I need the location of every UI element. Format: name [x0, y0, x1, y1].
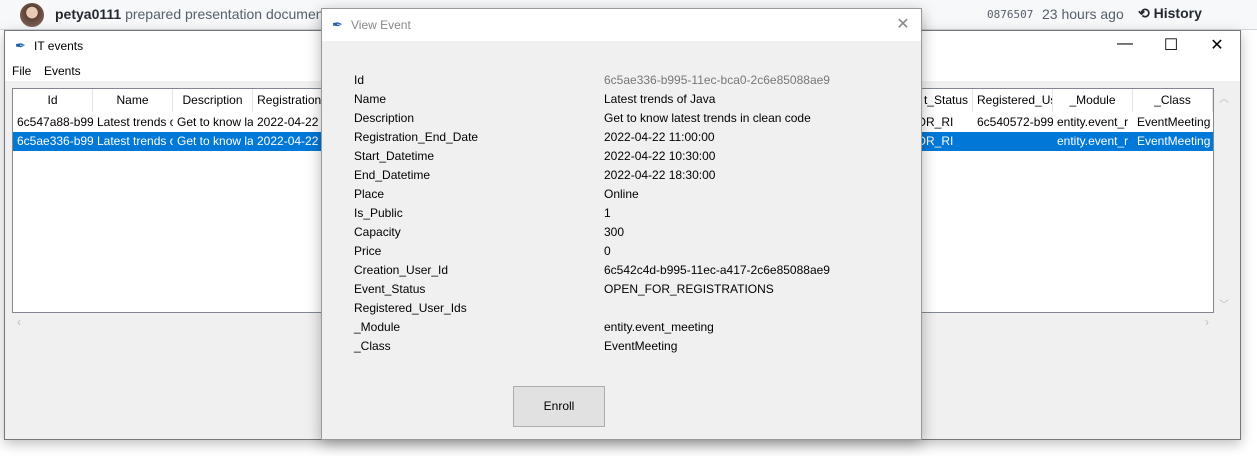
- dialog-close-button[interactable]: ✕: [891, 14, 915, 34]
- field-value: 2022-04-22 10:30:00: [604, 149, 716, 163]
- table-cell: entity.event_r: [1057, 134, 1129, 148]
- table-cell: Get to know la: [177, 134, 253, 148]
- menu-events[interactable]: Events: [44, 64, 81, 78]
- vertical-scrollbar[interactable]: ︿ ﹀: [1216, 88, 1232, 313]
- field-value: 6c5ae336-b995-11ec-bca0-2c6e85088ae9: [604, 73, 830, 87]
- table-cell: Latest trends o: [97, 115, 173, 129]
- table-cell: 6c5ae336-b99: [17, 134, 93, 148]
- field-value: 2022-04-22 18:30:00: [604, 168, 716, 182]
- commit-text[interactable]: prepared presentation document: [125, 6, 327, 22]
- field-label: Place: [354, 187, 385, 201]
- column-header[interactable]: Name: [93, 89, 173, 112]
- commit-author[interactable]: petya0111: [55, 6, 121, 22]
- commit-time: 23 hours ago: [1042, 6, 1124, 22]
- field-label: Capacity: [354, 225, 401, 239]
- column-header[interactable]: Registered_Us: [973, 89, 1053, 112]
- field-label: Id: [354, 73, 365, 87]
- table-cell: Latest trends o: [97, 134, 173, 148]
- field-label: Event_Status: [354, 282, 426, 296]
- view-event-dialog: ✒ View Event ✕ Id 6c5ae336-b995-11ec-bca0…: [321, 8, 922, 440]
- avatar[interactable]: [20, 3, 44, 27]
- field-value: 300: [604, 225, 625, 239]
- field-label: Start_Datetime: [354, 149, 435, 163]
- field-value: EventMeeting: [604, 339, 678, 353]
- field-value: Online: [604, 187, 639, 201]
- history-icon: ⟲: [1138, 5, 1150, 21]
- field-label: Price: [354, 244, 382, 258]
- field-value: 1: [604, 206, 611, 220]
- field-value: Get to know latest trends in clean code: [604, 111, 811, 125]
- table-cell: entity.event_r: [1057, 115, 1129, 129]
- commit-message: petya0111 prepared presentation document: [55, 6, 327, 22]
- field-value: 6c542c4d-b995-11ec-a417-2c6e85088ae9: [604, 263, 830, 277]
- minimize-button[interactable]: —: [1102, 35, 1148, 53]
- commit-sha[interactable]: 0876507: [987, 8, 1033, 21]
- field-label: Name: [354, 92, 387, 106]
- table-cell: EventMeeting: [1137, 134, 1211, 148]
- table-cell: EventMeeting: [1137, 115, 1211, 129]
- window-title: IT events: [34, 39, 84, 53]
- field-label: _Module: [354, 320, 401, 334]
- field-label: Is_Public: [354, 206, 403, 220]
- field-value: Latest trends of Java: [604, 92, 716, 106]
- column-header[interactable]: Id: [13, 89, 93, 112]
- field-label: Creation_User_Id: [354, 263, 449, 277]
- field-label: End_Datetime: [354, 168, 431, 182]
- dialog-title: View Event: [351, 18, 411, 32]
- feather-icon: ✒: [332, 17, 343, 32]
- enroll-button[interactable]: Enroll: [513, 386, 605, 427]
- history-label: History: [1153, 5, 1202, 21]
- close-button[interactable]: ✕: [1194, 35, 1240, 55]
- maximize-button[interactable]: ☐: [1148, 35, 1194, 55]
- field-value: 2022-04-22 11:00:00: [604, 130, 715, 144]
- field-value: OPEN_FOR_REGISTRATIONS: [604, 282, 774, 296]
- field-label: Registration_End_Date: [354, 130, 479, 144]
- field-value: 0: [604, 244, 611, 258]
- feather-icon: ✒: [15, 38, 26, 53]
- dialog-title-bar: ✒ View Event ✕: [322, 9, 921, 41]
- field-label: _Class: [354, 339, 391, 353]
- field-value: entity.event_meeting: [604, 320, 714, 334]
- table-cell: 6c540572-b99: [977, 115, 1053, 129]
- column-header[interactable]: Description: [173, 89, 253, 112]
- field-label: Description: [354, 111, 415, 125]
- table-cell: Get to know la: [177, 115, 253, 129]
- table-cell: 6c547a88-b99: [17, 115, 93, 129]
- menu-file[interactable]: File: [12, 64, 31, 78]
- column-header[interactable]: _Class: [1133, 89, 1213, 112]
- column-header[interactable]: _Module: [1053, 89, 1133, 112]
- history-button[interactable]: ⟲ History: [1138, 5, 1202, 22]
- field-label: Registered_User_Ids: [354, 301, 467, 315]
- table-cell: [973, 132, 1053, 151]
